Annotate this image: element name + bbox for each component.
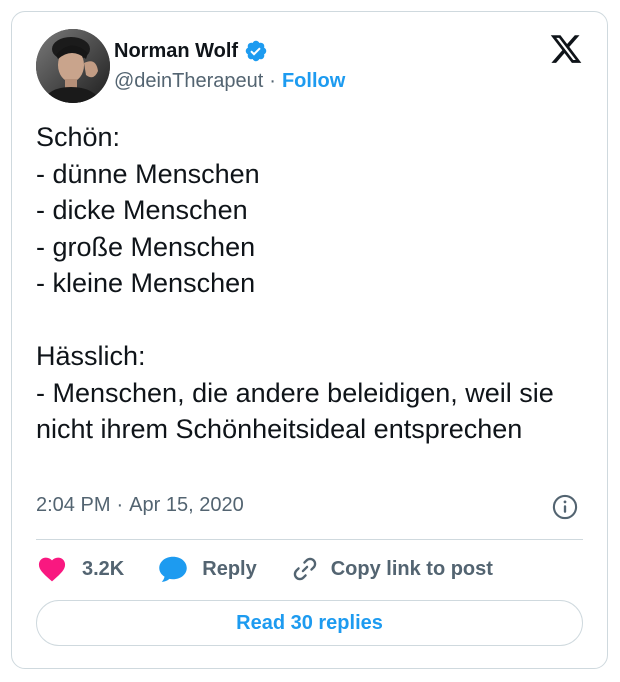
copy-link-label: Copy link to post [330,557,493,580]
reply-label: Reply [202,557,257,580]
tweet-card: Norman Wolf @deinTherapeut · Follow Schö… [11,11,608,669]
tweet-date: Apr 15, 2020 [129,494,244,516]
timestamp-separator: · [116,494,124,516]
like-count: 3.2K [82,557,125,580]
x-logo-icon[interactable] [549,32,583,66]
read-replies-button[interactable]: Read 30 replies [36,600,583,646]
tweet-timestamp[interactable]: 2:04 PM · Apr 15, 2020 [36,494,244,517]
speech-bubble-icon [159,556,187,582]
reply-button[interactable]: Reply [158,555,257,583]
avatar[interactable] [36,29,110,103]
divider [36,539,583,540]
follow-button[interactable]: Follow [282,70,345,93]
verified-badge-icon [244,39,268,63]
like-button[interactable]: 3.2K [38,556,124,582]
avatar-photo [36,29,110,103]
info-icon[interactable] [551,493,579,521]
handle-separator: · [269,70,276,92]
read-replies-label: Read 30 replies [236,611,383,634]
tweet-time: 2:04 PM [36,494,111,516]
author-handle-row: @deinTherapeut · Follow [114,70,345,93]
action-bar: 3.2K Reply Copy link to post [38,554,493,584]
link-icon [293,557,316,581]
author-display-name[interactable]: Norman Wolf [114,40,238,63]
heart-icon [38,557,66,582]
tweet-text: Schön: - dünne Menschen - dicke Menschen… [36,122,554,444]
author-handle[interactable]: @deinTherapeut [114,70,263,93]
copy-link-button[interactable]: Copy link to post [291,555,493,583]
author-name-row: Norman Wolf [114,39,268,63]
